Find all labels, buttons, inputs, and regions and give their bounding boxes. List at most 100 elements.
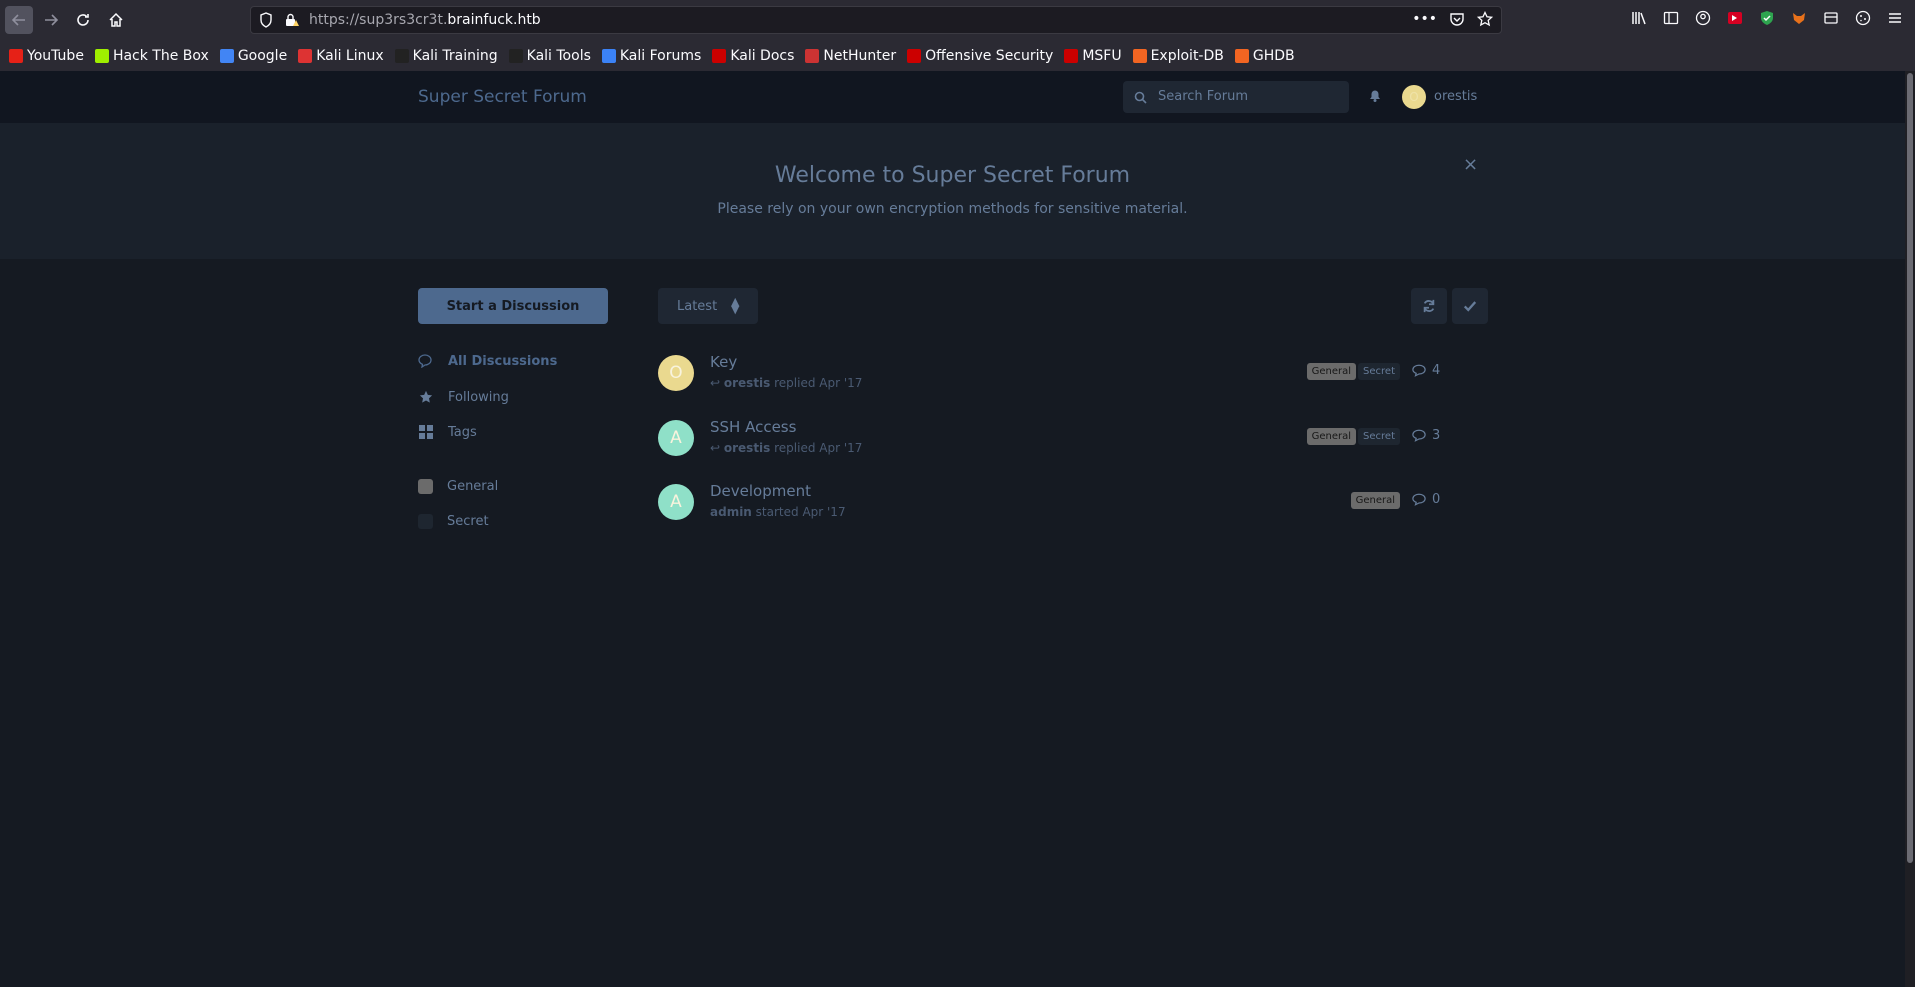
bookmark-item[interactable]: YouTube [9, 48, 84, 64]
discussion-action: replied Apr '17 [770, 441, 863, 455]
shield-icon[interactable] [259, 12, 273, 32]
bookmark-item[interactable]: Offensive Security [907, 48, 1053, 64]
bookmark-item[interactable]: Kali Tools [508, 48, 591, 64]
grid-icon [418, 424, 434, 440]
reply-count-value: 3 [1432, 428, 1441, 443]
bookmark-item[interactable]: Kali Docs [712, 48, 794, 64]
refresh-button[interactable] [1411, 288, 1447, 324]
sidebar-tag-secret[interactable]: Secret [418, 509, 608, 533]
reply-icon: ↩ [710, 441, 724, 455]
sidebar-tag-general[interactable]: General [418, 474, 608, 498]
cookie-icon[interactable] [1853, 8, 1873, 28]
bookmark-label: Exploit-DB [1150, 48, 1224, 64]
site-title[interactable]: Super Secret Forum [418, 87, 587, 107]
reply-count: 4 [1412, 363, 1440, 378]
username-link[interactable]: orestis [1434, 89, 1477, 104]
sidebar-item-all-discussions[interactable]: All Discussions [418, 349, 608, 373]
url-text[interactable]: https://sup3rs3cr3t.brainfuck.htb [309, 12, 541, 28]
tag-badge[interactable]: Secret [1358, 428, 1400, 445]
tag-badge[interactable]: General [1350, 492, 1400, 509]
discussion-title[interactable]: Development [710, 482, 811, 500]
bookmark-item[interactable]: Kali Forums [601, 48, 701, 64]
star-bookmark-icon[interactable] [1476, 10, 1494, 31]
bookmark-favicon-icon [508, 49, 523, 63]
bookmark-item[interactable]: Exploit-DB [1132, 48, 1224, 64]
warning-lock-icon[interactable] [284, 12, 300, 32]
bookmark-favicon-icon [1234, 49, 1249, 63]
forward-button[interactable] [37, 6, 65, 34]
discussion-title[interactable]: Key [710, 353, 737, 371]
bookmark-item[interactable]: Hack The Box [94, 48, 209, 64]
scrollbar-thumb[interactable] [1907, 73, 1913, 863]
search-input[interactable]: Search Forum [1158, 89, 1248, 104]
pocket-icon[interactable] [1449, 11, 1465, 31]
sidebar-icon[interactable] [1661, 8, 1681, 28]
bookmark-label: Kali Training [412, 48, 498, 64]
sidebar-item-tags[interactable]: Tags [418, 420, 608, 444]
bookmark-label: Kali Docs [730, 48, 795, 64]
page-scrollbar[interactable] [1905, 71, 1915, 987]
bookmark-item[interactable]: NetHunter [805, 48, 896, 64]
discussion-meta: ↩ orestis replied Apr '17 [710, 376, 862, 390]
more-icon[interactable]: ••• [1412, 11, 1437, 31]
notifications-bell-icon[interactable] [1367, 87, 1383, 107]
user-avatar[interactable]: O [1402, 85, 1426, 109]
discussion-avatar[interactable]: O [658, 355, 694, 391]
tag-color-swatch [418, 513, 433, 529]
home-icon [109, 12, 123, 27]
sidebar-tag-label: General [447, 478, 499, 494]
sidebar-item-label: All Discussions [448, 353, 558, 369]
video-extension-icon[interactable] [1725, 8, 1745, 28]
start-discussion-button[interactable]: Start a Discussion [418, 288, 608, 324]
bookmark-label: Kali Tools [526, 48, 591, 64]
bookmark-favicon-icon [1064, 49, 1079, 63]
account-icon[interactable] [1693, 8, 1713, 28]
sort-dropdown[interactable]: Latest ▲ ▼ [658, 288, 758, 324]
url-bar[interactable]: https://sup3rs3cr3t.brainfuck.htb ••• [250, 6, 1502, 34]
discussion-row[interactable]: A SSH Access ↩ orestis replied Apr '17 Gene… [658, 415, 1450, 467]
reload-button[interactable] [69, 6, 97, 34]
tag-badge[interactable]: Secret [1358, 363, 1400, 380]
bookmark-item[interactable]: Kali Linux [298, 48, 384, 64]
tag-badge[interactable]: General [1306, 363, 1357, 380]
discussion-user[interactable]: admin [710, 505, 752, 519]
sidebar-item-label: Tags [448, 424, 477, 440]
bookmark-favicon-icon [601, 49, 616, 63]
refresh-icon [1423, 299, 1435, 313]
reply-count: 3 [1412, 428, 1440, 443]
fox-extension-icon[interactable] [1789, 8, 1809, 28]
shield-extension-icon[interactable] [1757, 8, 1777, 28]
reply-count-value: 0 [1432, 492, 1441, 507]
reload-icon [77, 14, 89, 26]
discussion-title[interactable]: SSH Access [710, 418, 796, 436]
bookmark-favicon-icon [219, 49, 234, 63]
bookmark-item[interactable]: MSFU [1064, 48, 1122, 64]
home-button[interactable] [102, 6, 130, 34]
discussion-meta: admin started Apr '17 [710, 505, 846, 519]
mark-all-read-button[interactable] [1452, 288, 1488, 324]
discussion-row[interactable]: O Key ↩ orestis replied Apr '17 General Secr… [658, 350, 1450, 402]
sort-label: Latest [677, 298, 718, 314]
bookmark-item[interactable]: Kali Training [394, 48, 498, 64]
search-box[interactable]: Search Forum [1123, 81, 1349, 113]
discussion-tags: General [1350, 492, 1400, 509]
discussion-action: started Apr '17 [751, 505, 846, 519]
close-icon[interactable]: × [1463, 154, 1478, 175]
tag-badge[interactable]: General [1306, 428, 1357, 445]
menu-icon[interactable] [1885, 8, 1905, 28]
discussion-user[interactable]: orestis [724, 376, 770, 390]
back-button[interactable] [5, 6, 33, 34]
bookmark-favicon-icon [907, 49, 922, 63]
bookmark-item[interactable]: Google [219, 48, 287, 64]
url-domain: brainfuck.htb [447, 12, 541, 28]
bookmark-item[interactable]: GHDB [1234, 48, 1295, 64]
discussion-row[interactable]: A Development admin started Apr '17 General… [658, 479, 1450, 531]
container-icon[interactable] [1821, 8, 1841, 28]
library-icon[interactable] [1629, 8, 1649, 28]
discussion-avatar[interactable]: A [658, 420, 694, 456]
discussion-user[interactable]: orestis [724, 441, 770, 455]
sidebar-item-following[interactable]: Following [418, 385, 608, 409]
bookmark-favicon-icon [298, 49, 313, 63]
discussion-avatar[interactable]: A [658, 484, 694, 520]
discussion-tags: General Secret [1306, 428, 1400, 445]
